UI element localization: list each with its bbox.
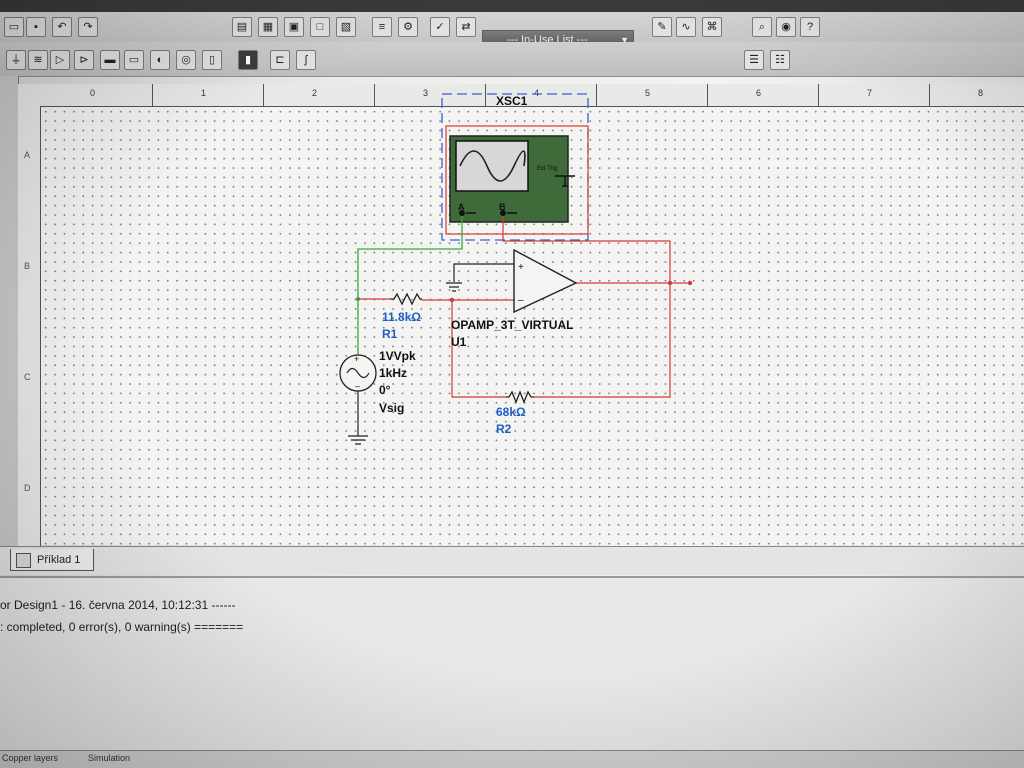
ruler-row-label: C [24,372,31,382]
probe-icon[interactable]: ✎ [652,17,672,37]
view-icon[interactable]: □ [310,17,330,37]
transistor-component-icon[interactable]: ⊳ [74,50,94,70]
ruler-left: A B C D [18,106,41,546]
component-wizard-icon[interactable]: ⚙ [398,17,418,37]
diode-component-icon[interactable]: ▷ [50,50,70,70]
ruler-tick [929,84,930,106]
results-line-1: or Design1 - 16. června 2014, 10:12:31 -… [0,598,236,612]
power-component-icon[interactable]: ▯ [202,50,222,70]
ercheck-icon[interactable]: ✓ [430,17,450,37]
results-line-2: : completed, 0 error(s), 0 warning(s) ==… [0,620,244,634]
database-icon[interactable]: ≡ [372,17,392,37]
cmos-component-icon[interactable]: ▭ [124,50,144,70]
ruler-column-label: 6 [756,88,762,98]
source-component-icon[interactable]: ⏚ [6,50,26,70]
postprocessor-icon[interactable]: ▧ [336,17,356,37]
ruler-tick [485,84,486,106]
ruler-tick [374,84,375,106]
spreadsheet-icon[interactable]: ▦ [258,17,278,37]
basic-component-icon[interactable]: ≋ [28,50,48,70]
tab-simulation[interactable]: Simulation [88,753,130,763]
help-icon[interactable]: ? [800,17,820,37]
ruler-column-label: 2 [312,88,318,98]
ruler-column-label: 5 [645,88,651,98]
globe-icon[interactable]: ◉ [776,17,796,37]
ruler-column-label: 0 [90,88,96,98]
tab-label: Příklad 1 [37,554,81,566]
mixed-component-icon[interactable]: ◐ [150,50,170,70]
multisim-window: ▭ ▪ ↶ ↷ ▤ ▦ ▣ □ ▧ ≡ ⚙ ✓ ⇄ --- In-Use Lis… [0,0,1024,768]
ttl-component-icon[interactable]: ▬ [100,50,120,70]
list-view-icon[interactable]: ☰ [744,50,764,70]
sheet-tabbar: Příklad 1 [0,546,1024,575]
ruler-tick [707,84,708,106]
schematic-sheet-icon [16,553,31,568]
components-toolbar: ⏚ ≋ ▷ ⊳ ▬ ▭ ◐ ◎ ▯ ▮ ⊏ ʃ ✹ ▶ ❚❚ ■ ☰ ☷ [0,42,1024,116]
open-icon[interactable]: ▭ [4,17,24,37]
ruler-tick [818,84,819,106]
netlist-icon[interactable]: ⌘ [702,17,722,37]
search-icon[interactable]: ⌕ [752,17,772,37]
ruler-column-label: 7 [867,88,873,98]
ruler-top: 0 1 2 3 4 5 6 7 8 [18,84,1024,107]
schematic-canvas[interactable] [41,107,1024,545]
left-frame [0,76,19,556]
bottom-tabbar: Copper layers Simulation [0,750,1024,768]
ruler-column-label: 3 [423,88,429,98]
undo-icon[interactable]: ↶ [52,17,72,37]
indicator-component-icon[interactable]: ◎ [176,50,196,70]
design-toolbox-icon[interactable]: ▤ [232,17,252,37]
grid-view-icon[interactable]: ☷ [770,50,790,70]
tab-copper-layers[interactable]: Copper layers [2,753,58,763]
ruler-column-label: 4 [534,88,540,98]
ruler-row-label: D [24,483,31,493]
ruler-tick [596,84,597,106]
ruler-row-label: B [24,261,31,271]
tab-priklad-1[interactable]: Příklad 1 [10,549,94,571]
ruler-row-label: A [24,150,31,160]
ruler-column-label: 1 [201,88,207,98]
misc-component-icon[interactable]: ▮ [238,50,258,70]
redo-icon[interactable]: ↷ [78,17,98,37]
ruler-tick [152,84,153,106]
bus-icon[interactable]: ⊏ [270,50,290,70]
ruler-tick [263,84,264,106]
save-icon[interactable]: ▪ [26,17,46,37]
wire-icon[interactable]: ʃ [296,50,316,70]
results-pane: or Design1 - 16. června 2014, 10:12:31 -… [0,576,1024,750]
ruler-column-label: 8 [978,88,984,98]
grapher-icon[interactable]: ▣ [284,17,304,37]
analysis-icon[interactable]: ∿ [676,17,696,37]
menu-strip [0,0,1024,12]
transfer-icon[interactable]: ⇄ [456,17,476,37]
main-toolbar: ▭ ▪ ↶ ↷ ▤ ▦ ▣ □ ▧ ≡ ⚙ ✓ ⇄ --- In-Use Lis… [0,12,1024,48]
